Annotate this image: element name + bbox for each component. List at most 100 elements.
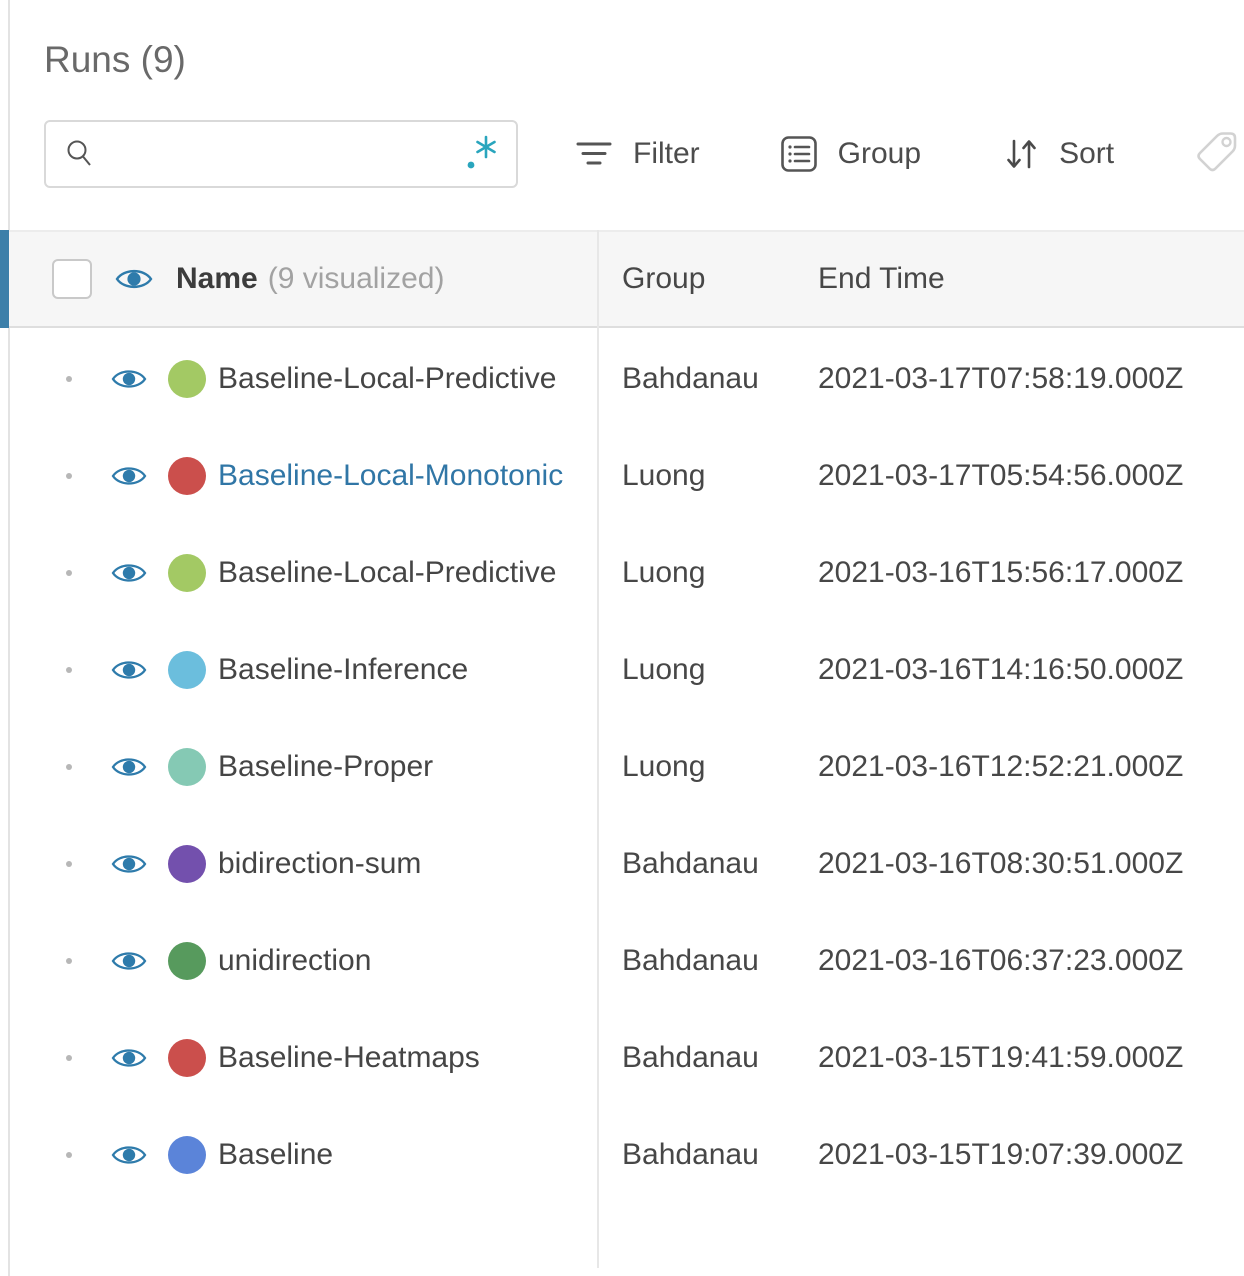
runs-controls: Filter Group Sort [44,120,1244,188]
run-color-dot[interactable] [168,747,206,786]
sort-button[interactable]: Sort [1003,135,1114,173]
table-row: Baseline-Inference Luong 2021-03-16T14:1… [0,621,1244,718]
filter-label: Filter [633,137,700,170]
end-time-column-header[interactable]: End Time [795,262,1244,296]
drag-handle-icon[interactable] [66,569,72,576]
run-end-time-cell: 2021-03-17T05:54:56.000Z [818,458,1184,492]
visibility-eye-icon[interactable] [110,948,148,974]
table-row: Baseline-Local-Monotonic Luong 2021-03-1… [0,427,1244,524]
table-row: Baseline-Local-Predictive Luong 2021-03-… [0,524,1244,621]
run-group-cell: Bahdanau [622,1040,759,1074]
run-name-cell: Baseline-Local-Predictive [0,359,597,398]
run-color-dot[interactable] [168,1135,206,1174]
run-name-cell: bidirection-sum [0,844,597,883]
visibility-eye-icon[interactable] [110,1142,148,1168]
drag-handle-icon[interactable] [66,957,72,964]
run-group-cell: Bahdanau [622,846,759,880]
runs-header-section: Runs (9) Filter Group Sort [0,0,1244,188]
table-row: Baseline-Heatmaps Bahdanau 2021-03-15T19… [0,1009,1244,1106]
drag-handle-icon[interactable] [66,666,72,673]
drag-handle-icon[interactable] [66,472,72,479]
drag-handle-icon[interactable] [66,375,72,382]
run-group-cell: Luong [622,555,706,589]
run-name-cell: Baseline-Local-Monotonic [0,456,597,495]
group-list-icon [780,135,818,173]
visibility-all-eye-icon[interactable] [114,265,154,293]
visibility-eye-icon[interactable] [110,657,148,683]
run-end-time-cell: 2021-03-16T12:52:21.000Z [818,749,1184,783]
visibility-eye-icon[interactable] [110,366,148,392]
table-row: Baseline-Local-Predictive Bahdanau 2021-… [0,330,1244,427]
tag-icon [1192,127,1240,179]
run-color-dot[interactable] [168,1038,206,1077]
run-end-time-cell: 2021-03-15T19:07:39.000Z [818,1137,1184,1171]
sort-arrows-icon [1003,135,1039,173]
run-name-cell: unidirection [0,941,597,980]
group-label: Group [837,137,922,170]
run-color-dot[interactable] [168,844,206,883]
drag-handle-icon[interactable] [66,1054,72,1061]
run-group-cell: Bahdanau [622,1137,759,1171]
name-column-divider [597,230,599,1268]
run-color-dot[interactable] [168,941,206,980]
group-button[interactable]: Group [780,135,921,173]
run-name-link[interactable]: Baseline-Heatmaps [218,1041,480,1075]
filter-button[interactable]: Filter [575,137,700,171]
run-name-link[interactable]: Baseline-Local-Monotonic [218,459,563,493]
run-group-cell: Luong [622,458,706,492]
run-color-dot[interactable] [168,359,206,398]
name-header-cell[interactable]: Name (9 visualized) [0,259,597,299]
run-search-input[interactable] [96,138,462,170]
table-row: Baseline Bahdanau 2021-03-15T19:07:39.00… [0,1106,1244,1203]
runs-table-body: Baseline-Local-Predictive Bahdanau 2021-… [0,330,1244,1203]
run-group-cell: Luong [622,652,706,686]
run-end-time-cell: 2021-03-15T19:41:59.000Z [818,1040,1184,1074]
run-name-link[interactable]: unidirection [218,944,371,978]
visibility-eye-icon[interactable] [110,754,148,780]
name-column-header[interactable]: Name [176,262,258,296]
run-end-time-cell: 2021-03-16T06:37:23.000Z [818,943,1184,977]
visualized-count-label: (9 visualized) [267,262,445,295]
run-name-cell: Baseline [0,1135,597,1174]
run-end-time-cell: 2021-03-16T15:56:17.000Z [818,555,1184,589]
drag-handle-icon[interactable] [66,860,72,867]
runs-panel: Runs (9) Filter Group Sort Name (9 visua… [0,0,1244,1276]
run-end-time-cell: 2021-03-16T08:30:51.000Z [818,846,1184,880]
search-icon [64,138,96,170]
visibility-eye-icon[interactable] [110,851,148,877]
drag-handle-icon[interactable] [66,763,72,770]
run-name-link[interactable]: Baseline-Proper [218,750,433,784]
table-row: Baseline-Proper Luong 2021-03-16T12:52:2… [0,718,1244,815]
run-name-cell: Baseline-Local-Predictive [0,553,597,592]
regex-icon [464,133,500,173]
select-all-checkbox[interactable] [52,259,92,299]
run-color-dot[interactable] [168,650,206,689]
run-name-cell: Baseline-Inference [0,650,597,689]
run-group-cell: Bahdanau [622,943,759,977]
group-column-header[interactable]: Group [597,262,795,296]
run-name-link[interactable]: Baseline-Inference [218,653,468,687]
regex-toggle-button[interactable] [462,131,502,178]
sort-label: Sort [1059,137,1115,170]
run-name-link[interactable]: Baseline-Local-Predictive [218,556,557,590]
run-group-cell: Luong [622,749,706,783]
page-title: Runs (9) [44,39,186,80]
run-name-link[interactable]: Baseline-Local-Predictive [218,362,557,396]
tag-button[interactable] [1192,127,1240,182]
visibility-eye-icon[interactable] [110,560,148,586]
run-end-time-cell: 2021-03-16T14:16:50.000Z [818,652,1184,686]
run-search-box[interactable] [44,120,518,188]
visibility-eye-icon[interactable] [110,463,148,489]
selected-section-accent-bar [0,230,9,328]
filter-icon [575,139,613,169]
run-color-dot[interactable] [168,553,206,592]
run-name-link[interactable]: Baseline [218,1138,333,1172]
run-name-link[interactable]: bidirection-sum [218,847,421,881]
table-row: bidirection-sum Bahdanau 2021-03-16T08:3… [0,815,1244,912]
visibility-eye-icon[interactable] [110,1045,148,1071]
run-color-dot[interactable] [168,456,206,495]
drag-handle-icon[interactable] [66,1151,72,1158]
table-row: unidirection Bahdanau 2021-03-16T06:37:2… [0,912,1244,1009]
run-end-time-cell: 2021-03-17T07:58:19.000Z [818,361,1184,395]
run-name-cell: Baseline-Proper [0,747,597,786]
